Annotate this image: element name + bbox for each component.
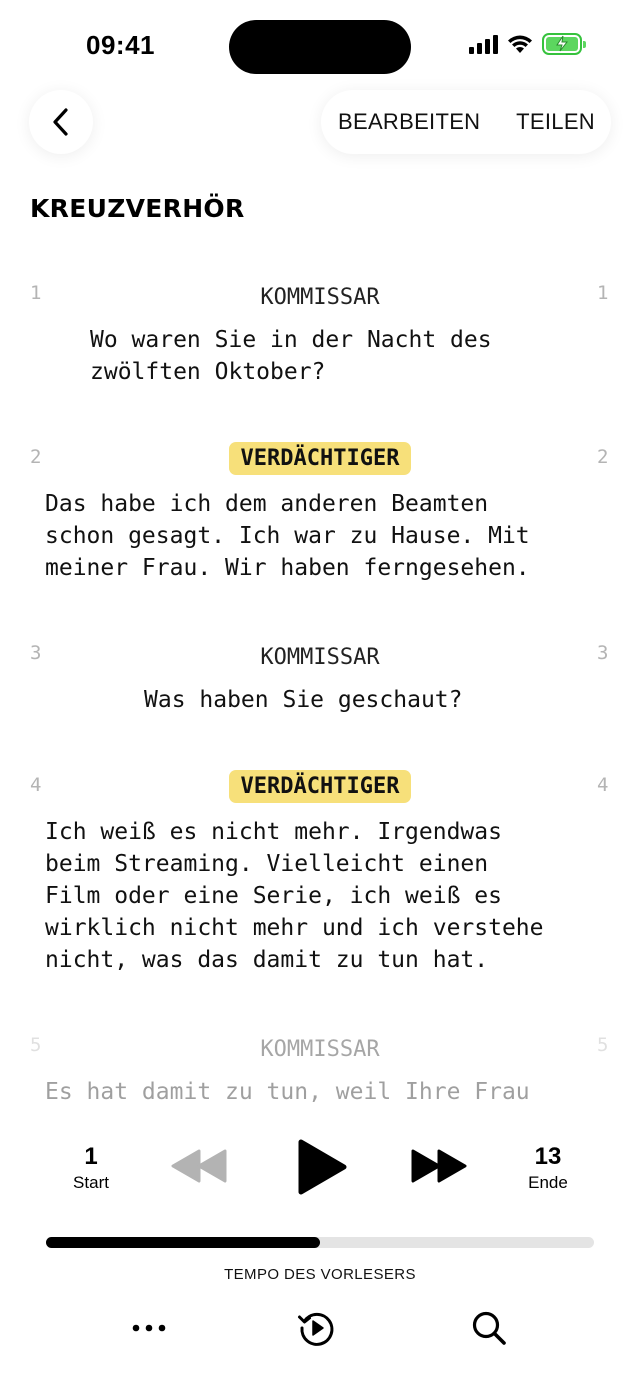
more-button[interactable] <box>129 1308 169 1348</box>
ellipsis-icon <box>132 1324 166 1332</box>
fast-forward-button[interactable] <box>410 1149 468 1188</box>
dynamic-island <box>229 20 411 74</box>
character-name-highlighted: VERDÄCHTIGER <box>228 770 412 803</box>
edit-button[interactable]: BEARBEITEN <box>338 109 480 135</box>
end-number: 13 <box>534 1143 562 1170</box>
character-name: KOMMISSAR <box>260 285 380 310</box>
end-label: Ende <box>528 1173 568 1192</box>
play-button[interactable] <box>296 1139 348 1200</box>
search-icon <box>472 1311 506 1345</box>
back-button[interactable] <box>29 90 93 154</box>
status-time: 09:41 <box>86 30 155 60</box>
dialogue-text: Das habe ich dem anderen Beamten schon g… <box>45 491 530 581</box>
character-name-highlighted: VERDÄCHTIGER <box>228 442 412 475</box>
tempo-slider[interactable] <box>46 1237 594 1248</box>
rewind-button[interactable] <box>170 1149 228 1188</box>
character-name: KOMMISSAR <box>260 1037 380 1062</box>
character-name: KOMMISSAR <box>260 645 380 670</box>
wifi-icon <box>508 35 532 53</box>
battery-icon <box>542 33 586 55</box>
script-title: KREUZVERHÖR <box>30 194 245 223</box>
start-label: Start <box>73 1173 109 1192</box>
end-marker[interactable]: 13 Ende <box>503 1143 593 1193</box>
replay-button[interactable] <box>297 1308 337 1348</box>
search-button[interactable] <box>469 1308 509 1348</box>
chevron-left-icon <box>53 108 68 136</box>
dialogue-text: Ich weiß es nicht mehr. Irgendwas beim S… <box>45 819 544 973</box>
fast-forward-icon <box>411 1149 467 1183</box>
cellular-signal-icon <box>469 34 498 54</box>
header-actions: BEARBEITEN TEILEN <box>321 90 611 154</box>
history-play-icon <box>298 1312 334 1346</box>
tempo-slider-fill <box>46 1237 320 1248</box>
status-icons <box>469 33 586 55</box>
rewind-icon <box>171 1149 227 1183</box>
script-view[interactable]: 1 1 KOMMISSAR Wo waren Sie in der Nacht … <box>0 278 640 1110</box>
play-icon <box>298 1139 347 1195</box>
start-number: 1 <box>84 1143 98 1170</box>
dialogue-text: Was haben Sie geschaut? <box>144 687 463 713</box>
share-button[interactable]: TEILEN <box>516 109 595 135</box>
dialogue-text: Wo waren Sie in der Nacht des zwölften O… <box>90 327 492 385</box>
tempo-label: TEMPO DES VORLESERS <box>224 1266 416 1283</box>
dialogue-text: Es hat damit zu tun, weil Ihre Frau <box>45 1079 530 1105</box>
start-marker[interactable]: 1 Start <box>46 1143 136 1193</box>
